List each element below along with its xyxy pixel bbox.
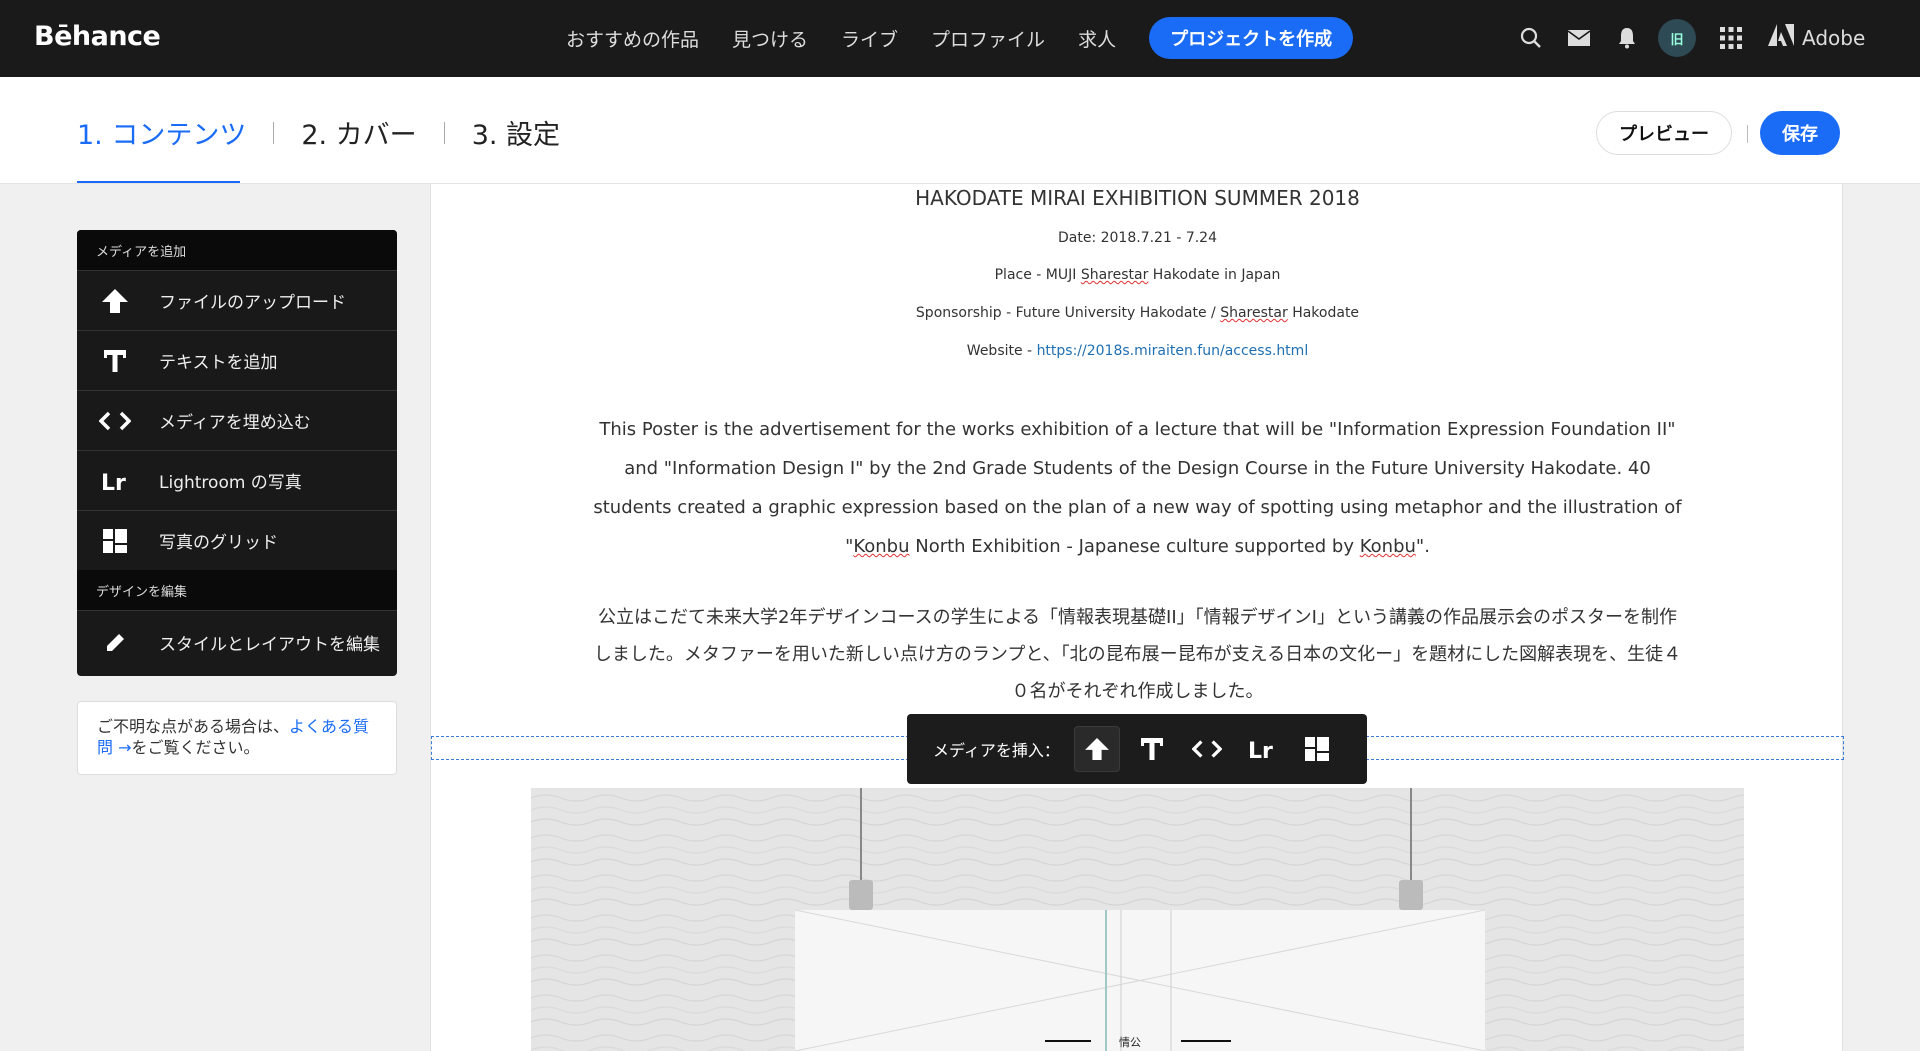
search-icon[interactable] bbox=[1514, 21, 1548, 55]
main-nav: おすすめの作品 見つける ライブ プロファイル 求人 プロジェクトを作成 bbox=[566, 17, 1354, 59]
upload-file-item[interactable]: ファイルのアップロード bbox=[77, 270, 397, 330]
insert-media-label: メディアを挿入： bbox=[933, 741, 1060, 760]
save-button[interactable]: 保存 bbox=[1760, 111, 1840, 155]
poster-caption: 情公 bbox=[1119, 1036, 1141, 1049]
nav-profile[interactable]: プロファイル bbox=[931, 25, 1045, 52]
insert-media-toolbar: メディアを挿入： Lr bbox=[907, 714, 1367, 784]
sponsorship-text[interactable]: Sponsorship - Future University Hakodate… bbox=[431, 305, 1844, 321]
panel-item-label: ファイルのアップロード bbox=[159, 293, 346, 313]
project-canvas: HAKODATE MIRAI EXHIBITION SUMMER 2018 Da… bbox=[430, 184, 1844, 1051]
mail-icon[interactable] bbox=[1562, 21, 1596, 55]
editor-header: 1. コンテンツ 2. カバー 3. 設定 プレビュー 保存 bbox=[0, 77, 1920, 184]
step-tabs: 1. コンテンツ 2. カバー 3. 設定 bbox=[77, 113, 560, 152]
panel-item-label: テキストを追加 bbox=[159, 353, 278, 373]
panel-item-label: Lightroom の写真 bbox=[159, 473, 302, 493]
tab-cover[interactable]: 2. カバー bbox=[301, 113, 416, 152]
japanese-description[interactable]: 公立はこだて未来大学2年デザインコースの学生による「情報表現基礎II」「情報デザ… bbox=[591, 599, 1684, 710]
photo-grid-icon bbox=[97, 523, 133, 559]
embed-code-icon bbox=[97, 403, 133, 439]
adobe-link[interactable]: Adobe bbox=[1768, 24, 1865, 52]
top-icons: 旧 Adobe bbox=[1514, 19, 1865, 57]
header-divider bbox=[1747, 125, 1748, 143]
photo-grid-icon[interactable] bbox=[1294, 726, 1340, 772]
section-edit-design: デザインを編集 bbox=[77, 570, 397, 610]
pencil-icon bbox=[97, 625, 133, 661]
project-title-text[interactable]: HAKODATE MIRAI EXHIBITION SUMMER 2018 bbox=[431, 186, 1844, 210]
embed-media-item[interactable]: メディアを埋め込む bbox=[77, 390, 397, 450]
svg-text:Lr: Lr bbox=[1248, 739, 1273, 760]
create-project-button[interactable]: プロジェクトを作成 bbox=[1149, 17, 1354, 59]
top-navbar: Bēhance おすすめの作品 見つける ライブ プロファイル 求人 プロジェク… bbox=[0, 0, 1920, 77]
active-tab-underline bbox=[77, 181, 240, 183]
preview-button[interactable]: プレビュー bbox=[1596, 111, 1732, 155]
add-media-panel: メディアを追加 ファイルのアップロード テキストを追加 メディアを埋め込む Lr… bbox=[77, 230, 397, 676]
panel-item-label: スタイルとレイアウトを編集 bbox=[159, 635, 380, 655]
lightroom-icon[interactable]: Lr bbox=[1239, 726, 1285, 772]
nav-discover[interactable]: 見つける bbox=[732, 25, 808, 52]
english-description[interactable]: This Poster is the advertisement for the… bbox=[591, 410, 1684, 566]
help-prefix: ご不明な点がある場合は、 bbox=[97, 717, 290, 736]
text-t-icon[interactable] bbox=[1129, 726, 1175, 772]
add-text-item[interactable]: テキストを追加 bbox=[77, 330, 397, 390]
tab-content[interactable]: 1. コンテンツ bbox=[77, 113, 246, 152]
poster-image[interactable]: 情公 bbox=[531, 788, 1744, 1051]
adobe-label: Adobe bbox=[1802, 26, 1866, 50]
panel-item-label: メディアを埋め込む bbox=[159, 413, 311, 433]
step-divider bbox=[443, 121, 445, 144]
panel-item-label: 写真のグリッド bbox=[159, 533, 278, 553]
photo-grid-item[interactable]: 写真のグリッド bbox=[77, 510, 397, 570]
nav-jobs[interactable]: 求人 bbox=[1078, 25, 1116, 52]
embed-code-icon[interactable] bbox=[1184, 726, 1230, 772]
upload-arrow-icon[interactable] bbox=[1073, 726, 1120, 772]
text-t-icon bbox=[97, 343, 133, 379]
avatar[interactable]: 旧 bbox=[1658, 19, 1696, 57]
lightroom-photo-item[interactable]: Lr Lightroom の写真 bbox=[77, 450, 397, 510]
help-box: ご不明な点がある場合は、よくある質問 →をご覧ください。 bbox=[77, 701, 397, 775]
nav-featured[interactable]: おすすめの作品 bbox=[566, 25, 699, 52]
help-suffix: をご覧ください。 bbox=[131, 738, 260, 757]
behance-logo[interactable]: Bēhance bbox=[34, 21, 161, 52]
svg-text:Lr: Lr bbox=[101, 471, 126, 492]
website-text[interactable]: Website - https://2018s.miraiten.fun/acc… bbox=[431, 343, 1844, 359]
website-link[interactable]: https://2018s.miraiten.fun/access.html bbox=[1037, 343, 1309, 359]
section-add-media: メディアを追加 bbox=[77, 230, 397, 270]
adobe-logo-icon bbox=[1768, 24, 1794, 52]
tab-settings[interactable]: 3. 設定 bbox=[472, 113, 560, 152]
apps-grid-icon[interactable] bbox=[1714, 21, 1748, 55]
nav-live[interactable]: ライブ bbox=[841, 25, 898, 52]
step-divider bbox=[273, 121, 275, 144]
website-label: Website - bbox=[966, 343, 1037, 359]
edit-style-layout-item[interactable]: スタイルとレイアウトを編集 bbox=[77, 610, 397, 674]
upload-arrow-icon bbox=[97, 283, 133, 319]
place-text[interactable]: Place - MUJI Sharestar Hakodate in Japan bbox=[431, 267, 1844, 283]
bell-icon[interactable] bbox=[1610, 21, 1644, 55]
lightroom-icon: Lr bbox=[97, 463, 133, 499]
date-text[interactable]: Date: 2018.7.21 - 7.24 bbox=[431, 230, 1844, 246]
